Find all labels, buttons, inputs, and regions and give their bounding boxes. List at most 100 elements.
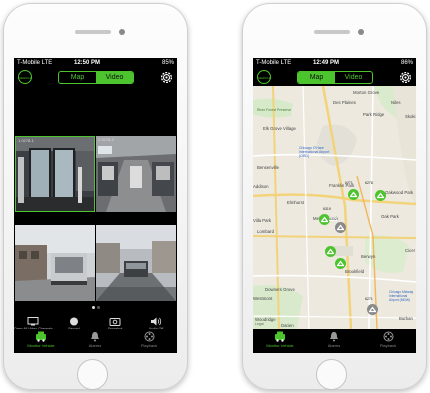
record-icon xyxy=(70,317,78,326)
map-label: Burban xyxy=(399,316,413,321)
app-logo: VEHICLE xyxy=(18,70,32,84)
camera-grid: 1 0278-1 2 0278-2 3 0278-3 4 0278-4 xyxy=(14,86,177,301)
vehicle-arrow-icon xyxy=(337,260,344,267)
page-dot xyxy=(96,306,100,309)
map-label: Villa Park xyxy=(253,218,272,223)
carrier-label: T-Mobile LTE xyxy=(17,60,53,66)
home-button[interactable] xyxy=(316,359,347,390)
app-screen: T-Mobile LTE 12:49 PM 86% VEHICLE Map Vi… xyxy=(253,58,416,353)
camera-feed-2 xyxy=(96,136,176,212)
gear-icon[interactable] xyxy=(160,71,173,84)
map-label: Berwyn xyxy=(361,254,376,259)
app-screen: T-Mobile LTE 12:50 PM 85% VEHICLE Map Vi… xyxy=(14,58,177,353)
tab-playback-label: Playback xyxy=(140,343,158,348)
gear-icon[interactable] xyxy=(399,71,412,84)
map-label: Morton Grove xyxy=(353,90,380,95)
map-label: Oakwood Park xyxy=(385,190,414,195)
vehicle-arrow-icon xyxy=(337,224,344,231)
vehicle-label: 6278 xyxy=(365,181,373,185)
tab-monitor-vehicle[interactable]: Monitor Vehicle xyxy=(253,331,307,348)
map-label: Skoki xyxy=(405,114,416,119)
status-time: 12:50 PM xyxy=(74,60,101,66)
tab-playback[interactable]: Playback xyxy=(122,331,176,348)
bottom-tab-bar: Monitor Vehicle Alarms Playback xyxy=(14,329,177,353)
vehicle-marker[interactable] xyxy=(325,246,336,257)
top-bar: VEHICLE Map Video xyxy=(253,69,416,87)
status-bar: T-Mobile LTE 12:49 PM 86% xyxy=(253,58,416,69)
map-label: Brookfield xyxy=(345,269,365,274)
film-reel-icon xyxy=(383,331,393,342)
camera-tile-3[interactable]: 3 0278-3 xyxy=(15,225,95,301)
battery-level: 86% xyxy=(400,60,413,66)
vehicle-marker[interactable] xyxy=(335,258,346,269)
camera-label-1: 1 0278-1 xyxy=(18,138,34,143)
home-button[interactable] xyxy=(77,359,108,390)
vehicle-marker[interactable] xyxy=(348,189,359,200)
page-indicator xyxy=(14,305,177,311)
tab-video[interactable]: Video xyxy=(335,72,372,83)
map-label: Addison xyxy=(253,184,269,189)
vehicle-marker[interactable] xyxy=(375,190,386,201)
camera-tile-1[interactable]: 1 0278-1 xyxy=(15,136,95,212)
front-camera xyxy=(119,29,125,35)
map-view[interactable]: Morton Grove Des Plaines Niles Park Ridg… xyxy=(253,86,416,329)
tab-map[interactable]: Map xyxy=(59,72,96,83)
vehicle-arrow-icon xyxy=(321,216,328,223)
map-label: Darien xyxy=(281,323,294,328)
status-bar: T-Mobile LTE 12:50 PM 85% xyxy=(14,58,177,69)
view-toggle: Map Video xyxy=(58,71,134,84)
tab-video[interactable]: Video xyxy=(96,72,133,83)
carrier-label: T-Mobile LTE xyxy=(256,60,292,66)
map-label: Park Ridge xyxy=(363,112,385,117)
vehicle-icon xyxy=(36,331,46,342)
view-toggle: Map Video xyxy=(297,71,373,84)
film-reel-icon xyxy=(144,331,154,342)
monitor-icon xyxy=(27,317,39,326)
camera-label-3: 3 0278-3 xyxy=(17,226,33,231)
battery-level: 85% xyxy=(161,60,174,66)
vehicle-arrow-icon xyxy=(377,192,384,199)
tab-playback[interactable]: Playback xyxy=(361,331,415,348)
status-time: 12:49 PM xyxy=(313,60,340,66)
camera-label-2: 2 0278-2 xyxy=(98,137,114,142)
bell-icon xyxy=(91,332,99,342)
vehicle-arrow-icon xyxy=(350,191,357,198)
app-logo: VEHICLE xyxy=(257,70,271,84)
tab-monitor-vehicle-label: Monitor Vehicle xyxy=(27,343,55,348)
vehicle-marker[interactable] xyxy=(335,222,346,233)
map-label: Oak Park xyxy=(381,214,399,219)
map-label: Chicago O'Hare International Airport (OR… xyxy=(299,146,330,158)
vehicle-marker[interactable] xyxy=(367,304,378,315)
tab-alarms[interactable]: Alarms xyxy=(307,331,361,348)
tab-alarms[interactable]: Alarms xyxy=(68,331,122,348)
map-label: Lombard xyxy=(257,229,274,234)
camera-feed-1 xyxy=(16,137,94,211)
earpiece-speaker xyxy=(314,30,350,34)
tab-alarms-label: Alarms xyxy=(327,343,341,348)
tab-alarms-label: Alarms xyxy=(88,343,102,348)
camera-tile-2[interactable]: 2 0278-2 xyxy=(96,136,176,212)
map-label: Elmhurst xyxy=(287,200,304,205)
tab-map[interactable]: Map xyxy=(298,72,335,83)
camera-feed-3 xyxy=(15,225,95,301)
map-legal-link[interactable]: Legal xyxy=(255,322,264,326)
vehicle-label: 6332 xyxy=(329,217,337,221)
map-label: Niles xyxy=(391,100,401,105)
vehicle-label: 6271 xyxy=(345,181,353,185)
map-label: Cicer xyxy=(405,248,416,253)
tab-monitor-vehicle[interactable]: Monitor Vehicle xyxy=(14,331,68,348)
vehicle-label: 6319 xyxy=(323,207,331,211)
camera-icon xyxy=(109,318,121,326)
top-bar: VEHICLE Map Video xyxy=(14,69,177,87)
map-label: Westmont xyxy=(253,296,273,301)
tab-monitor-vehicle-label: Monitor Vehicle xyxy=(266,343,294,348)
map-label: Elk Grove Village xyxy=(263,126,296,131)
phone-video-view: T-Mobile LTE 12:50 PM 85% VEHICLE Map Vi… xyxy=(3,3,188,390)
vehicle-icon xyxy=(275,331,285,342)
earpiece-speaker xyxy=(75,30,111,34)
vehicle-arrow-icon xyxy=(369,306,376,313)
camera-tile-4[interactable]: 4 0278-4 xyxy=(96,225,176,301)
bell-icon xyxy=(330,332,338,342)
tab-playback-label: Playback xyxy=(379,343,397,348)
phone-map-view: T-Mobile LTE 12:49 PM 86% VEHICLE Map Vi… xyxy=(242,3,427,390)
